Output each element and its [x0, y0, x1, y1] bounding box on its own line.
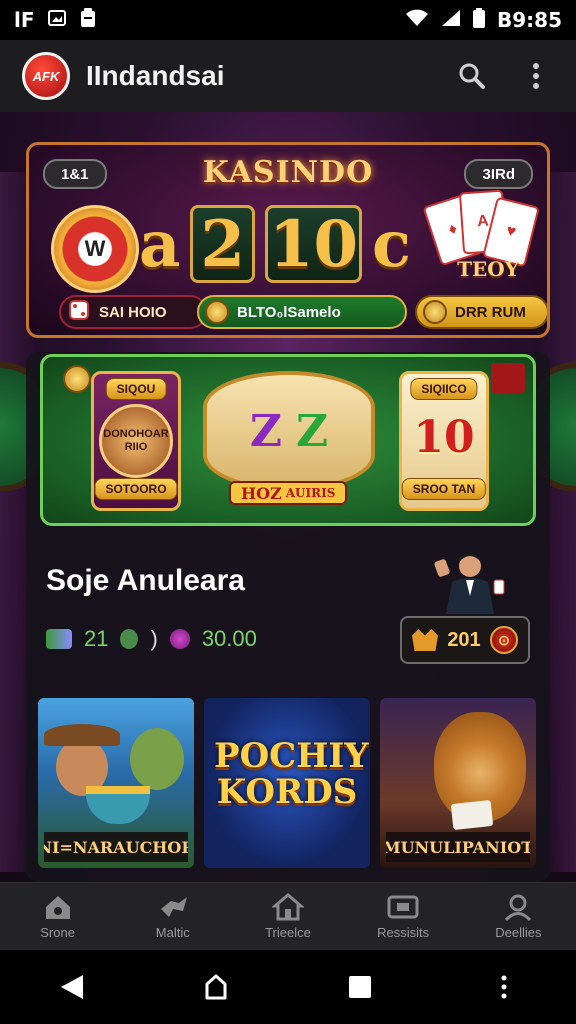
- bottom-nav: Srone Maltic Trieelce Ressisits Deellies: [0, 882, 576, 950]
- hero-big-a: a: [139, 206, 181, 282]
- hero-title: KASINDO: [202, 155, 374, 190]
- hero-digit-box-wide: 10: [265, 205, 363, 283]
- back-icon[interactable]: [42, 957, 102, 1017]
- nav-item-trieelce[interactable]: Trieelce: [238, 893, 338, 940]
- home-button-icon[interactable]: [186, 957, 246, 1017]
- more-vert-icon[interactable]: [514, 54, 558, 98]
- slot-right-number: 10: [413, 412, 475, 463]
- slot-card-right[interactable]: SIQIICO 10 SROO TAN: [399, 371, 489, 511]
- coin-icon: [63, 365, 91, 393]
- slot-mid-label: HOZ AUIRIS: [229, 481, 348, 505]
- slot-left-tag-top: SIQOU: [105, 378, 167, 400]
- nav-label-home: Srone: [40, 925, 75, 940]
- slot-right-tag-bottom: SROO TAN: [401, 478, 487, 500]
- dice-icon: [67, 298, 91, 326]
- game-tile-3[interactable]: MUNULIPANIOT: [380, 698, 536, 868]
- main-content: 1&1 3IRd KASINDO W a 2 10 c ♦ A ♥ TEOY S…: [0, 112, 576, 882]
- host-avatar: [432, 550, 508, 614]
- hashtag-icon: [156, 893, 190, 921]
- status-bar: lF B9:85: [0, 0, 576, 40]
- nav-label-ressisits: Ressisits: [377, 925, 430, 940]
- image-icon: [47, 8, 67, 33]
- coin-icon: [205, 300, 229, 324]
- clipboard-icon: [79, 7, 97, 34]
- hero-button-1[interactable]: SAI HOIO: [59, 295, 207, 329]
- hero-button-3[interactable]: DRR RUM: [415, 295, 547, 329]
- stat-3: 30.00: [201, 626, 257, 651]
- hero-button-3-label: DRR RUM: [455, 303, 526, 321]
- stats-row: 21 ) 30.00: [46, 626, 257, 652]
- balance-value: 201: [447, 628, 481, 651]
- hero-subtitle: TEOY: [457, 257, 519, 281]
- coin-icon: [423, 300, 447, 324]
- status-left-text: lF: [14, 8, 35, 32]
- signal-icon: [441, 9, 461, 32]
- nav-item-ressisits[interactable]: Ressisits: [353, 893, 453, 940]
- hero-button-2-label: BLTO₀lSamelo: [237, 303, 341, 321]
- status-time: B9:85: [497, 8, 562, 32]
- section-title: Soje Anuleara: [46, 564, 245, 597]
- hero-button-2[interactable]: BLTO₀lSamelo: [197, 295, 407, 329]
- game-tile-1-label: NI=NARAUCHOR: [44, 832, 188, 862]
- home-icon: [41, 893, 75, 921]
- stat-2: ): [150, 626, 158, 651]
- app-logo-text: AFK: [32, 68, 60, 84]
- hero-big-c: c: [372, 206, 411, 282]
- nav-item-deellies[interactable]: Deellies: [468, 893, 568, 940]
- system-nav-bar: [0, 950, 576, 1024]
- hero-digit-box: 2: [190, 205, 255, 283]
- slots-banner[interactable]: SIQOU DONOHOAR RIIO SOTOORO Z Z HOZ AUIR…: [40, 354, 536, 526]
- hat-icon: [44, 724, 120, 746]
- coin-icon: ⊙: [490, 626, 518, 654]
- slot-left-tag-bottom: SOTOORO: [94, 478, 178, 500]
- card-icon: [450, 799, 494, 831]
- battery-icon: [473, 7, 485, 33]
- nav-label-deellies: Deellies: [495, 925, 542, 940]
- stat-1: 21: [84, 626, 109, 651]
- game-tile-2[interactable]: POCHIY KORDS: [204, 698, 370, 868]
- recents-icon[interactable]: [330, 957, 390, 1017]
- flag-icon[interactable]: [491, 363, 525, 393]
- hero-banner[interactable]: 1&1 3IRd KASINDO W a 2 10 c ♦ A ♥ TEOY S…: [26, 142, 550, 338]
- bowl-icon: [86, 786, 150, 824]
- game-tile-1[interactable]: NI=NARAUCHOR: [38, 698, 194, 868]
- slot-card-left[interactable]: SIQOU DONOHOAR RIIO SOTOORO: [91, 371, 181, 511]
- app-logo[interactable]: AFK: [22, 52, 70, 100]
- game-tile-2-title: POCHIY KORDS: [214, 736, 369, 812]
- hero-big-10: 10: [268, 206, 359, 282]
- slot-right-tag-top: SIQIICO: [410, 378, 478, 400]
- reel-symbol-2: Z: [296, 405, 329, 457]
- app-title: IIndandsai: [86, 60, 225, 91]
- nav-label-maltic: Maltic: [155, 925, 190, 940]
- balance-badge[interactable]: 201 ⊙: [400, 616, 530, 664]
- game-tile-3-label: MUNULIPANIOT: [386, 832, 530, 862]
- tv-icon: [386, 893, 420, 921]
- nav-item-maltic[interactable]: Maltic: [123, 893, 223, 940]
- more-vert-system-icon[interactable]: [474, 957, 534, 1017]
- slot-mid-sub: AUIRIS: [285, 486, 336, 500]
- bag-icon: [120, 629, 139, 649]
- crown-icon: [412, 629, 438, 651]
- profile-icon: [501, 893, 535, 921]
- ticket-icon: [46, 629, 72, 649]
- hero-button-1-label: SAI HOIO: [99, 303, 167, 321]
- slot-mid-label-text: HOZ: [241, 483, 282, 503]
- reel-symbol-1: Z: [249, 405, 282, 457]
- hero-big-digit: 2: [200, 206, 245, 282]
- slot-left-wheel: DONOHOAR RIIO: [99, 404, 173, 478]
- house-icon: [271, 893, 305, 921]
- character-face-icon: [130, 728, 184, 790]
- search-icon[interactable]: [450, 54, 494, 98]
- slot-reels[interactable]: Z Z: [203, 371, 375, 491]
- nav-item-home[interactable]: Srone: [8, 893, 108, 940]
- nav-label-trieelce: Trieelce: [265, 925, 311, 940]
- gem-icon: [169, 629, 190, 649]
- wifi-icon: [405, 9, 429, 32]
- app-bar: AFK IIndandsai: [0, 40, 576, 112]
